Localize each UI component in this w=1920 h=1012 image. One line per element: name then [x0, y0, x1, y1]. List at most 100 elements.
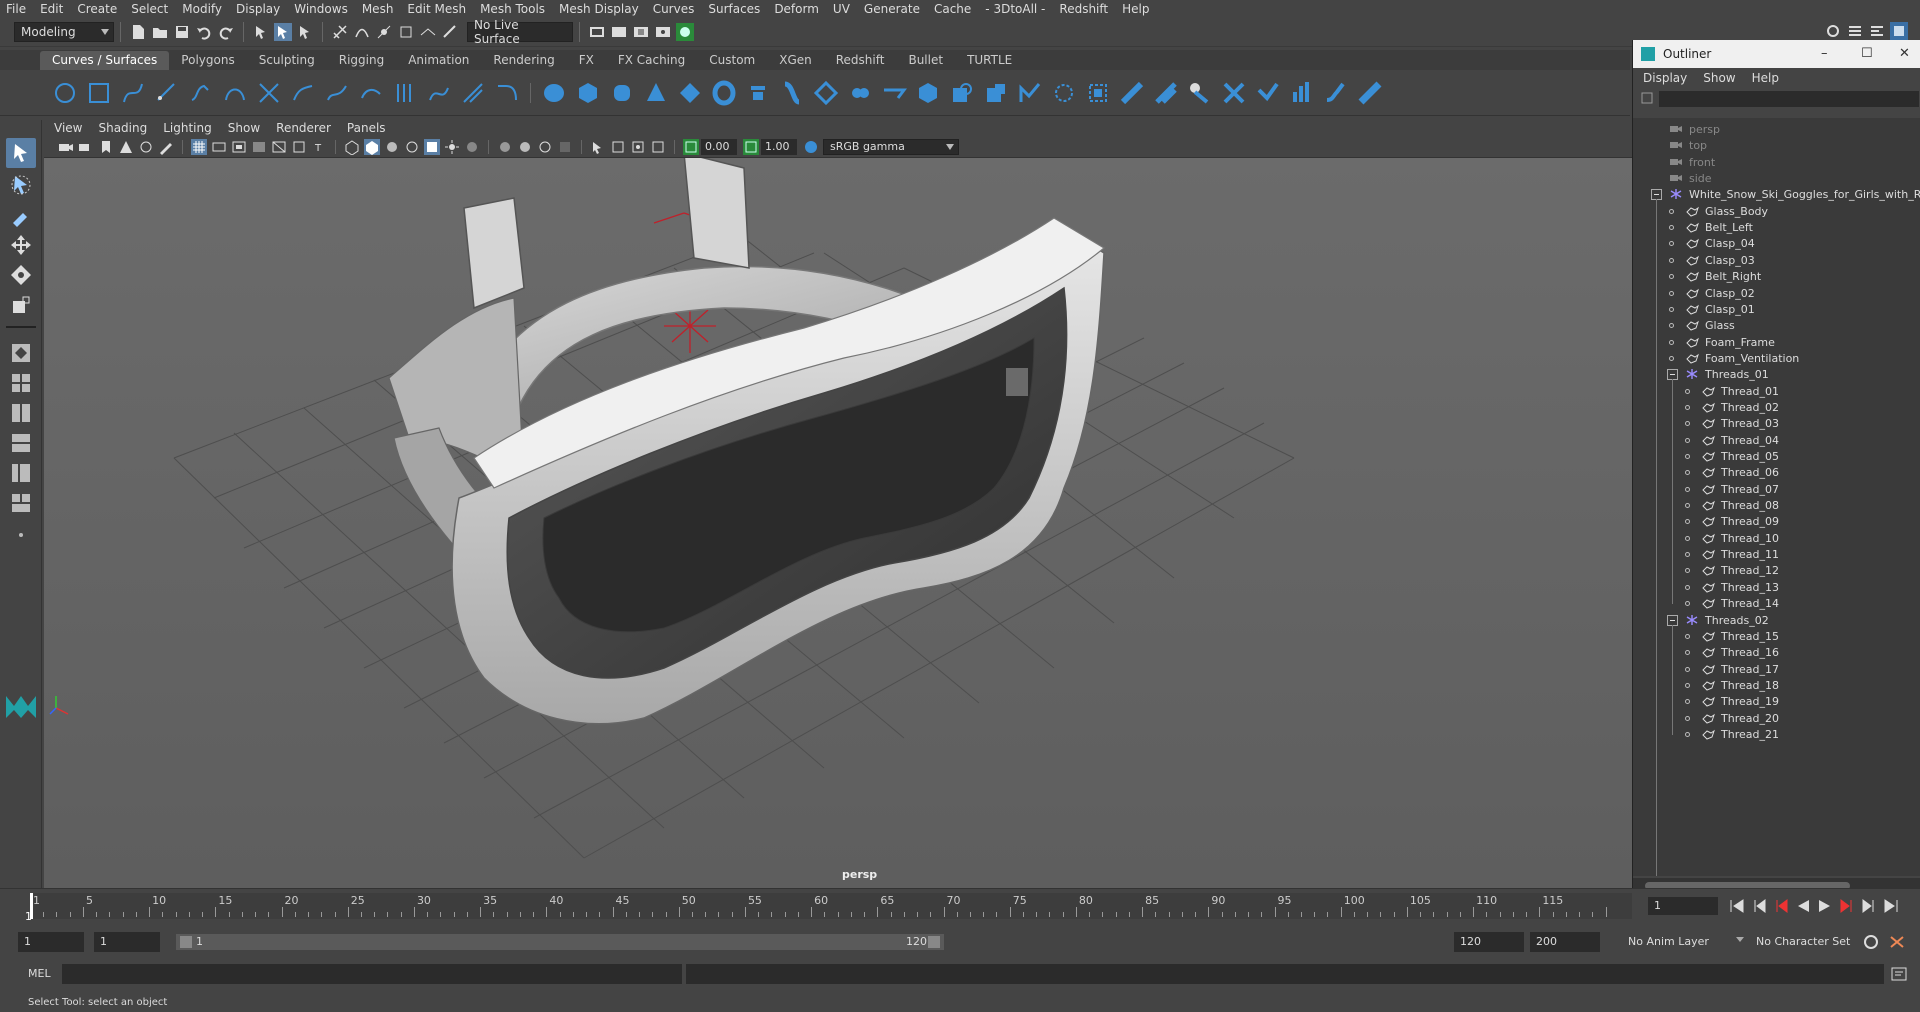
viewport-menu-view[interactable]: View	[54, 121, 82, 135]
range-end-handle[interactable]	[928, 936, 940, 948]
planar-icon[interactable]	[812, 79, 840, 107]
go-to-start-icon[interactable]	[1726, 896, 1748, 916]
ep-curve-tool-icon[interactable]	[153, 79, 181, 107]
outliner-menu-display[interactable]: Display	[1643, 71, 1687, 85]
toggle-channel-box-icon[interactable]	[1868, 22, 1886, 40]
step-back-key-icon[interactable]	[1748, 896, 1770, 916]
viewport-menu-renderer[interactable]: Renderer	[276, 121, 331, 135]
snap-view-plane-icon[interactable]	[397, 23, 415, 41]
resolution-gate-icon[interactable]	[231, 139, 247, 155]
motion-blur-icon[interactable]	[517, 139, 533, 155]
untrim-icon[interactable]	[1118, 79, 1146, 107]
menu-cache[interactable]: Cache	[934, 2, 971, 16]
fillet-curve-icon[interactable]	[493, 79, 521, 107]
maximize-icon[interactable]: ☐	[1861, 46, 1873, 61]
workspace-gear-icon[interactable]	[1824, 22, 1842, 40]
select-camera-icon[interactable]	[58, 139, 74, 155]
shelf-tab-rendering[interactable]: Rendering	[481, 51, 566, 70]
menu-modify[interactable]: Modify	[182, 2, 222, 16]
paint-select-tool-icon[interactable]	[6, 200, 36, 230]
nurbs-cube-icon[interactable]	[574, 79, 602, 107]
extend-surface-icon[interactable]	[1152, 79, 1180, 107]
hypershade-icon[interactable]	[676, 22, 694, 41]
mode-selector[interactable]: Modeling	[14, 21, 114, 42]
toggle-tool-settings-icon[interactable]	[1890, 22, 1908, 40]
color-management-icon[interactable]	[803, 139, 819, 155]
time-slider-track[interactable]: 1 5 10 15 20 25 30 35 40 45 50 55 60 65 70 75 80 85 90 95 10…	[30, 893, 1632, 919]
lasso-tool-icon[interactable]	[6, 170, 36, 200]
three-point-arc-icon[interactable]	[221, 79, 249, 107]
nurbs-cylinder-icon[interactable]	[608, 79, 636, 107]
revolve-icon[interactable]	[744, 79, 772, 107]
wireframe-icon[interactable]	[344, 139, 360, 156]
select-object-icon[interactable]	[274, 22, 292, 41]
two-view-stacked-layout-icon[interactable]	[6, 428, 36, 458]
live-surface-field[interactable]: No Live Surface	[467, 18, 573, 46]
close-icon[interactable]: ✕	[1899, 46, 1910, 61]
nurbs-cone-icon[interactable]	[642, 79, 670, 107]
viewport-menu-show[interactable]: Show	[228, 121, 260, 135]
menu-curves[interactable]: Curves	[653, 2, 695, 16]
menu-edit[interactable]: Edit	[40, 2, 63, 16]
camera-attributes-icon[interactable]	[78, 139, 94, 155]
outliner-menu-show[interactable]: Show	[1703, 71, 1735, 85]
view-transform-select[interactable]: sRGB gamma	[823, 138, 959, 155]
shadows-icon[interactable]	[464, 139, 480, 155]
playback-end-field[interactable]: 120	[1454, 932, 1524, 952]
new-scene-icon[interactable]	[129, 23, 147, 41]
menu-redshift[interactable]: Redshift	[1059, 2, 1108, 16]
open-close-surface-icon[interactable]	[1288, 79, 1316, 107]
bookmark-icon[interactable]	[98, 139, 114, 155]
select-tool-icon[interactable]	[6, 138, 36, 168]
insert-isoparm-icon[interactable]	[1186, 79, 1214, 107]
trim-tool-icon[interactable]	[1084, 79, 1112, 107]
reverse-curve-icon[interactable]	[425, 79, 453, 107]
shelf-tab-bullet[interactable]: Bullet	[896, 51, 955, 70]
render-settings-icon[interactable]	[654, 23, 672, 41]
menu-generate[interactable]: Generate	[864, 2, 920, 16]
nurbs-square-icon[interactable]	[85, 79, 113, 107]
gamma-field[interactable]: 1.00	[761, 138, 797, 155]
open-scene-icon[interactable]	[151, 23, 169, 41]
shelf-tab-redshift[interactable]: Redshift	[824, 51, 897, 70]
anti-aliasing-icon[interactable]	[537, 139, 553, 155]
playback-start-field[interactable]: 1	[94, 932, 160, 952]
intersect-surfaces-icon[interactable]	[1016, 79, 1044, 107]
play-forward-icon[interactable]	[1814, 896, 1836, 916]
undo-icon[interactable]	[195, 23, 213, 41]
cv-curve-tool-icon[interactable]	[119, 79, 147, 107]
screen-space-ao-icon[interactable]	[497, 139, 513, 155]
detach-curves-icon[interactable]	[289, 79, 317, 107]
time-slider[interactable]: 1 5 10 15 20 25 30 35 40 45 50 55 60 65 70 75 80 85 90 95 10…	[0, 888, 1920, 923]
nurbs-plane-icon[interactable]	[676, 79, 704, 107]
shelf-tab-animation[interactable]: Animation	[396, 51, 481, 70]
animation-start-field[interactable]: 1	[18, 932, 84, 952]
grease-pencil-icon[interactable]	[158, 139, 174, 155]
four-view-layout-icon[interactable]	[6, 368, 36, 398]
playback-range-bar[interactable]: 1 120	[176, 934, 944, 950]
redo-icon[interactable]	[217, 23, 235, 41]
menu-mesh-display[interactable]: Mesh Display	[559, 2, 639, 16]
snap-surface-icon[interactable]	[419, 23, 437, 41]
go-to-end-icon[interactable]	[1880, 896, 1902, 916]
rotate-tool-icon[interactable]	[6, 260, 36, 290]
perspective-viewport[interactable]: persp	[44, 158, 1632, 888]
pencil-curve-tool-icon[interactable]	[187, 79, 215, 107]
grid-toggle-icon[interactable]	[191, 138, 207, 155]
snap-curve-icon[interactable]	[353, 23, 371, 41]
graph-persp-layout-icon[interactable]	[6, 488, 36, 518]
shelf-tab-turtle[interactable]: TURTLE	[955, 51, 1024, 70]
xray-joints-icon[interactable]	[630, 139, 646, 155]
shelf-tab-fx[interactable]: FX	[567, 51, 606, 70]
snap-grid-icon[interactable]	[331, 23, 349, 41]
command-input[interactable]	[62, 964, 682, 984]
menu-file[interactable]: File	[6, 2, 26, 16]
menu-surfaces[interactable]: Surfaces	[708, 2, 760, 16]
animation-preferences-icon[interactable]	[1888, 934, 1906, 953]
minimize-icon[interactable]: –	[1821, 46, 1828, 61]
character-set-select[interactable]: No Character Set	[1750, 932, 1860, 952]
detach-surfaces-icon[interactable]	[1254, 79, 1282, 107]
nurbs-circle-icon[interactable]	[51, 79, 79, 107]
more-layouts-icon[interactable]	[6, 520, 36, 550]
anim-layer-select[interactable]: No Anim Layer	[1622, 932, 1740, 952]
